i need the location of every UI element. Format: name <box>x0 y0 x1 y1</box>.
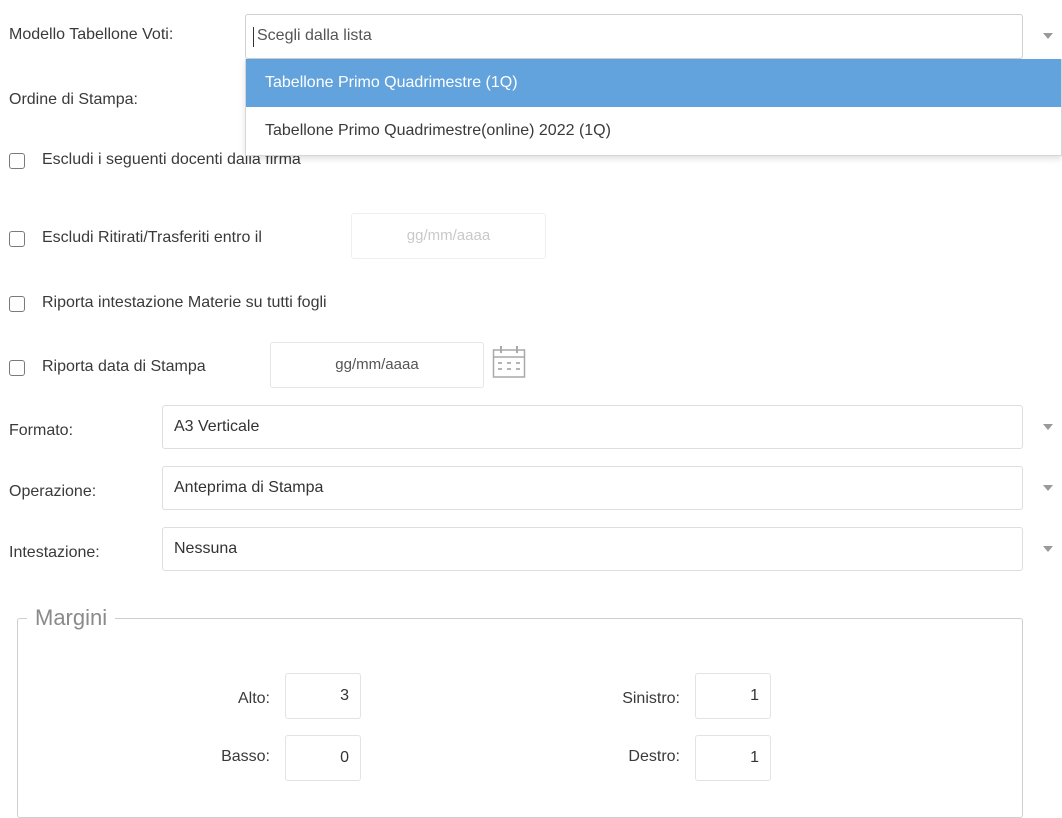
intestazione-label: Intestazione: <box>9 544 100 561</box>
modello-dropdown-list: Tabellone Primo Quadrimestre (1Q) Tabell… <box>245 59 1062 156</box>
ritirati-date-input[interactable]: gg/mm/aaaa <box>351 213 546 259</box>
formato-label: Formato: <box>9 422 74 439</box>
chevron-down-icon[interactable] <box>1043 546 1053 552</box>
operazione-select[interactable]: Anteprima di Stampa <box>162 466 1023 510</box>
riporta-intestazione-label: Riporta intestazione Materie su tutti fo… <box>42 294 327 311</box>
chevron-down-icon[interactable] <box>1043 424 1053 430</box>
alto-label: Alto: <box>237 690 270 707</box>
basso-input[interactable]: 0 <box>285 735 361 781</box>
riporta-data-checkbox[interactable] <box>9 360 25 376</box>
intestazione-value: Nessuna <box>174 540 238 557</box>
dropdown-option[interactable]: Tabellone Primo Quadrimestre(online) 202… <box>246 107 1061 155</box>
destro-label: Destro: <box>628 748 680 765</box>
chevron-down-icon[interactable] <box>1043 485 1053 491</box>
sinistro-input[interactable]: 1 <box>695 673 771 719</box>
escludi-ritirati-label: Escludi Ritirati/Trasferiti entro il <box>42 229 262 246</box>
margini-fieldset <box>17 618 1023 818</box>
escludi-ritirati-checkbox[interactable] <box>9 231 25 247</box>
destro-input[interactable]: 1 <box>695 735 771 781</box>
margini-legend: Margini <box>27 605 116 631</box>
riporta-intestazione-checkbox[interactable] <box>9 296 25 312</box>
modello-placeholder: Scegli dalla lista <box>257 27 372 44</box>
stampa-date-input[interactable]: gg/mm/aaaa <box>270 342 484 388</box>
operazione-label: Operazione: <box>9 483 97 500</box>
riporta-data-label: Riporta data di Stampa <box>42 358 206 375</box>
chevron-down-icon[interactable] <box>1043 33 1053 39</box>
text-cursor <box>253 27 254 47</box>
escludi-docenti-checkbox[interactable] <box>9 153 25 169</box>
formato-select[interactable]: A3 Verticale <box>162 405 1023 449</box>
dropdown-option[interactable]: Tabellone Primo Quadrimestre (1Q) <box>246 59 1061 107</box>
modello-select[interactable]: Scegli dalla lista <box>245 14 1023 59</box>
intestazione-select[interactable]: Nessuna <box>162 527 1023 571</box>
ordine-label: Ordine di Stampa: <box>9 91 138 108</box>
alto-input[interactable]: 3 <box>285 673 361 719</box>
calendar-icon[interactable] <box>492 345 526 384</box>
modello-label: Modello Tabellone Voti: <box>9 26 174 43</box>
basso-label: Basso: <box>221 748 270 765</box>
operazione-value: Anteprima di Stampa <box>174 479 324 496</box>
sinistro-label: Sinistro: <box>622 690 680 707</box>
formato-value: A3 Verticale <box>174 418 260 435</box>
